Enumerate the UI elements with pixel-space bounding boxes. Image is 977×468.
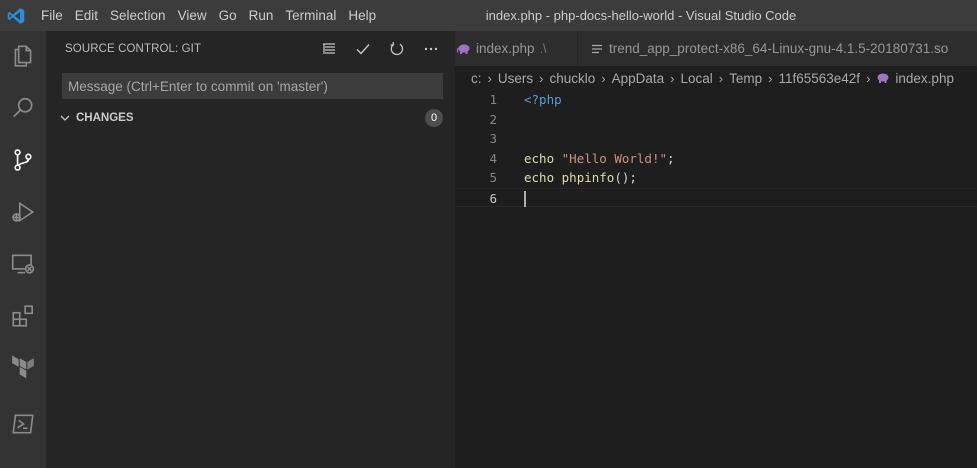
code-token: <?php [524,92,562,107]
code-token: echo [524,150,555,166]
source-control-icon[interactable] [0,137,46,183]
commit-check-icon[interactable] [353,39,373,59]
menu-go[interactable]: Go [213,0,243,31]
text-cursor [524,190,526,207]
code-text: echo phpinfo(); [524,168,637,188]
changes-section-header[interactable]: CHANGES 0 [46,107,455,129]
php-elephant-icon [455,42,473,56]
menu-selection[interactable]: Selection [104,0,172,31]
code-editor[interactable]: 1 <?php 2 3 4 echo "Hello World!"; 5 echo phpin… [455,90,977,468]
remote-explorer-icon[interactable] [0,241,46,287]
more-actions-icon[interactable] [421,39,441,59]
menu-run[interactable]: Run [243,0,280,31]
line-number: 4 [489,150,497,166]
tab-label: index.php [476,41,535,56]
binary-file-icon [588,42,606,56]
code-token: echo [524,170,555,185]
chevron-right-icon: › [768,70,773,86]
menu-file[interactable]: File [35,0,69,31]
extensions-icon[interactable] [0,293,46,339]
code-line[interactable]: 3 [455,129,977,149]
changes-count-badge: 0 [425,109,443,127]
line-number: 1 [489,92,497,107]
breadcrumb-segment[interactable]: c: [471,71,482,86]
view-as-list-icon[interactable] [319,39,339,59]
activity-bar [0,31,46,468]
breadcrumb-segment[interactable]: Temp [729,71,762,86]
menu-terminal[interactable]: Terminal [279,0,342,31]
chevron-right-icon: › [718,70,724,86]
line-number: 2 [489,111,497,127]
menu-edit[interactable]: Edit [69,0,104,31]
sidebar-header: SOURCE CONTROL: GIT [46,31,455,66]
line-number: 3 [489,131,497,146]
sidebar-actions [319,31,441,66]
title-bar: File Edit Selection View Go Run Terminal… [0,0,977,31]
menu-help[interactable]: Help [342,0,382,31]
breadcrumb-segment[interactable]: chucklo [549,71,595,86]
chevron-right-icon: › [601,70,606,86]
breadcrumb: c: › Users › chucklo › AppData › Local ›… [455,66,977,90]
code-token: (); [614,170,637,185]
commit-message-input[interactable] [63,74,442,98]
breadcrumb-segment[interactable]: AppData [612,71,665,86]
commit-message-box [62,73,443,99]
breadcrumb-segment[interactable]: Local [680,71,712,86]
code-line[interactable]: 6 [455,187,977,207]
chevron-right-icon: › [670,70,675,86]
code-text: echo "Hello World!"; [524,149,675,169]
files-icon[interactable] [0,33,46,79]
chevron-down-icon [58,111,72,125]
terraform-icon[interactable] [0,345,46,391]
menu-bar: File Edit Selection View Go Run Terminal… [35,0,382,31]
tab-index-php[interactable]: index.php .\ [455,31,577,66]
chevron-right-icon: › [487,70,492,86]
chevron-right-icon: › [539,70,544,86]
code-token: "Hello World!" [561,150,667,166]
run-debug-icon[interactable] [0,189,46,235]
line-number: 6 [489,190,497,206]
php-elephant-icon [876,73,890,83]
search-icon[interactable] [0,85,46,131]
changes-label: CHANGES [76,112,134,124]
source-control-sidebar: SOURCE CONTROL: GIT Message (Ctrl+Enter … [46,31,455,468]
breadcrumb-segment[interactable]: Users [498,71,533,86]
tab-label: trend_app_protect-x86_64-Linux-gnu-4.1.5… [609,41,949,56]
breadcrumb-file[interactable]: index.php [895,71,954,86]
sidebar-title: SOURCE CONTROL: GIT [65,42,202,55]
vscode-logo-icon [0,0,32,31]
editor-tabs: index.php .\ trend_app_protect-x86_64-Li… [455,31,977,66]
code-line[interactable]: 5 echo phpinfo(); [455,168,977,188]
breadcrumb-segment[interactable]: 11f65563e42f [778,71,860,86]
menu-view[interactable]: View [172,0,213,31]
code-text: <?php [524,90,562,110]
code-line[interactable]: 4 echo "Hello World!"; [455,149,977,169]
powershell-icon[interactable] [0,401,46,447]
line-number: 5 [489,170,497,185]
code-line[interactable]: 1 <?php [455,90,977,110]
code-token: ; [667,150,675,166]
refresh-icon[interactable] [387,39,407,59]
tab-hint: .\ [539,41,547,56]
chevron-right-icon: › [866,70,871,86]
code-line[interactable]: 2 [455,110,977,130]
code-token: phpinfo [561,170,615,185]
tab-trend-app-protect[interactable]: trend_app_protect-x86_64-Linux-gnu-4.1.5… [577,31,977,66]
